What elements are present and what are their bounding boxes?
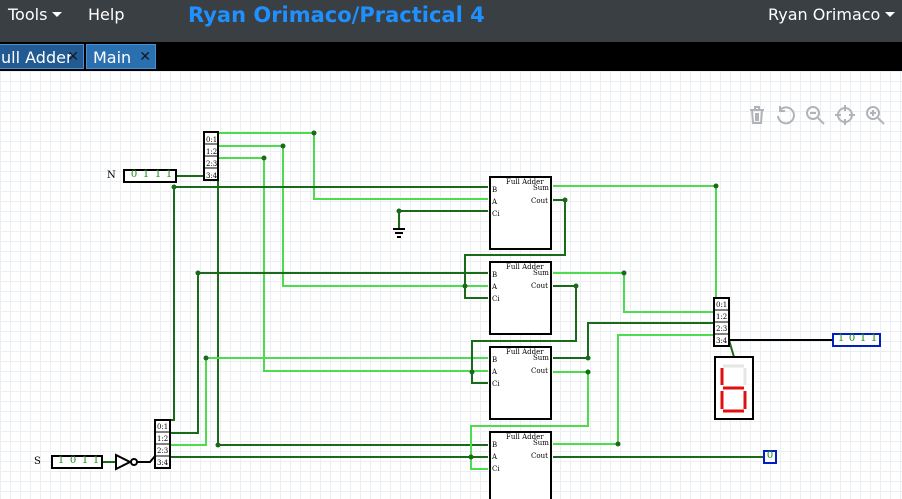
port-label: B — [492, 271, 498, 279]
input-s-bit[interactable]: 1 — [56, 455, 66, 466]
tab-full-adder[interactable]: ull Adder ✕ — [0, 44, 84, 69]
port-label: Sum — [533, 269, 549, 277]
port-label: A — [492, 198, 498, 206]
zoom-in-icon[interactable] — [864, 104, 886, 126]
output-sum-bit: 0 — [848, 333, 856, 344]
port-label: B — [492, 356, 498, 364]
port-label: A — [492, 368, 498, 376]
splitter-label: 0:1 — [716, 301, 728, 309]
undo-icon[interactable] — [774, 104, 796, 126]
center-icon[interactable] — [834, 104, 856, 126]
port-label: Ci — [492, 380, 500, 388]
junction-dots — [171, 130, 719, 460]
output-sum-bit: 1 — [859, 333, 867, 344]
splitter-label: 3:4 — [206, 172, 218, 180]
input-s-label: S — [34, 456, 41, 467]
close-icon[interactable]: ✕ — [139, 45, 151, 70]
port-label: B — [492, 441, 498, 449]
port-label: B — [492, 186, 498, 194]
tools-menu[interactable]: Tools — [8, 0, 63, 30]
splitter-label: 2:3 — [716, 325, 728, 333]
splitter-label: 3:4 — [716, 337, 728, 345]
input-n-bit[interactable]: 0 — [129, 169, 139, 180]
port-label: Ci — [492, 210, 500, 218]
port-label: Sum — [533, 439, 549, 447]
chevron-down-icon — [52, 12, 63, 17]
splitter-label: 2:3 — [206, 160, 218, 168]
port-label: Sum — [533, 354, 549, 362]
splitter-label: 1:2 — [716, 313, 728, 321]
port-label: A — [492, 283, 498, 291]
port-label: Ci — [492, 295, 500, 303]
port-label: Cout — [531, 452, 548, 460]
port-label: Cout — [531, 197, 548, 205]
input-s-bit[interactable]: 0 — [68, 455, 78, 466]
circuit-diagram — [51, 130, 881, 499]
top-navbar: Tools Help Ryan Orimaco/Practical 4 Ryan… — [0, 0, 902, 42]
splitter-label: 0:1 — [157, 423, 169, 431]
seven-segment-display — [714, 356, 754, 420]
user-menu-label: Ryan Orimaco — [768, 5, 881, 24]
tools-menu-label: Tools — [8, 5, 48, 24]
port-label: Cout — [531, 282, 548, 290]
user-menu[interactable]: Ryan Orimaco — [768, 0, 896, 30]
project-title: Ryan Orimaco/Practical 4 — [188, 3, 485, 27]
splitter-label: 3:4 — [157, 459, 169, 467]
port-label: A — [492, 453, 498, 461]
circuit-tab-bar: ull Adder ✕ Main ✕ — [0, 42, 902, 71]
output-sum-bit: 1 — [870, 333, 878, 344]
port-label: Ci — [492, 465, 500, 473]
chevron-down-icon — [885, 12, 896, 17]
zoom-out-icon[interactable] — [804, 104, 826, 126]
output-sum-bit: 1 — [837, 333, 845, 344]
splitter-label: 1:2 — [206, 148, 218, 156]
tab-label: ull Adder — [1, 48, 73, 67]
help-menu[interactable]: Help — [88, 0, 124, 30]
trash-icon[interactable] — [746, 104, 768, 126]
not-gate — [115, 453, 138, 471]
output-carry-bit: 0 — [766, 450, 774, 461]
help-menu-label: Help — [88, 5, 125, 24]
port-label: Cout — [531, 367, 548, 375]
splitter-label: 1:2 — [157, 435, 169, 443]
splitter-label: 0:1 — [206, 136, 218, 144]
splitter-label: 2:3 — [157, 447, 169, 455]
input-n-bit[interactable]: 1 — [164, 169, 174, 180]
input-n-bit[interactable]: 1 — [141, 169, 151, 180]
input-s-bit[interactable]: 1 — [80, 455, 90, 466]
tab-label: Main — [93, 48, 132, 67]
input-n-label: N — [107, 170, 116, 181]
ground-symbol — [393, 228, 405, 238]
input-s-bit[interactable]: 1 — [91, 455, 101, 466]
port-label: Sum — [533, 184, 549, 192]
input-n-bit[interactable]: 1 — [153, 169, 163, 180]
tab-main[interactable]: Main ✕ — [86, 44, 156, 69]
close-icon[interactable]: ✕ — [67, 45, 79, 70]
